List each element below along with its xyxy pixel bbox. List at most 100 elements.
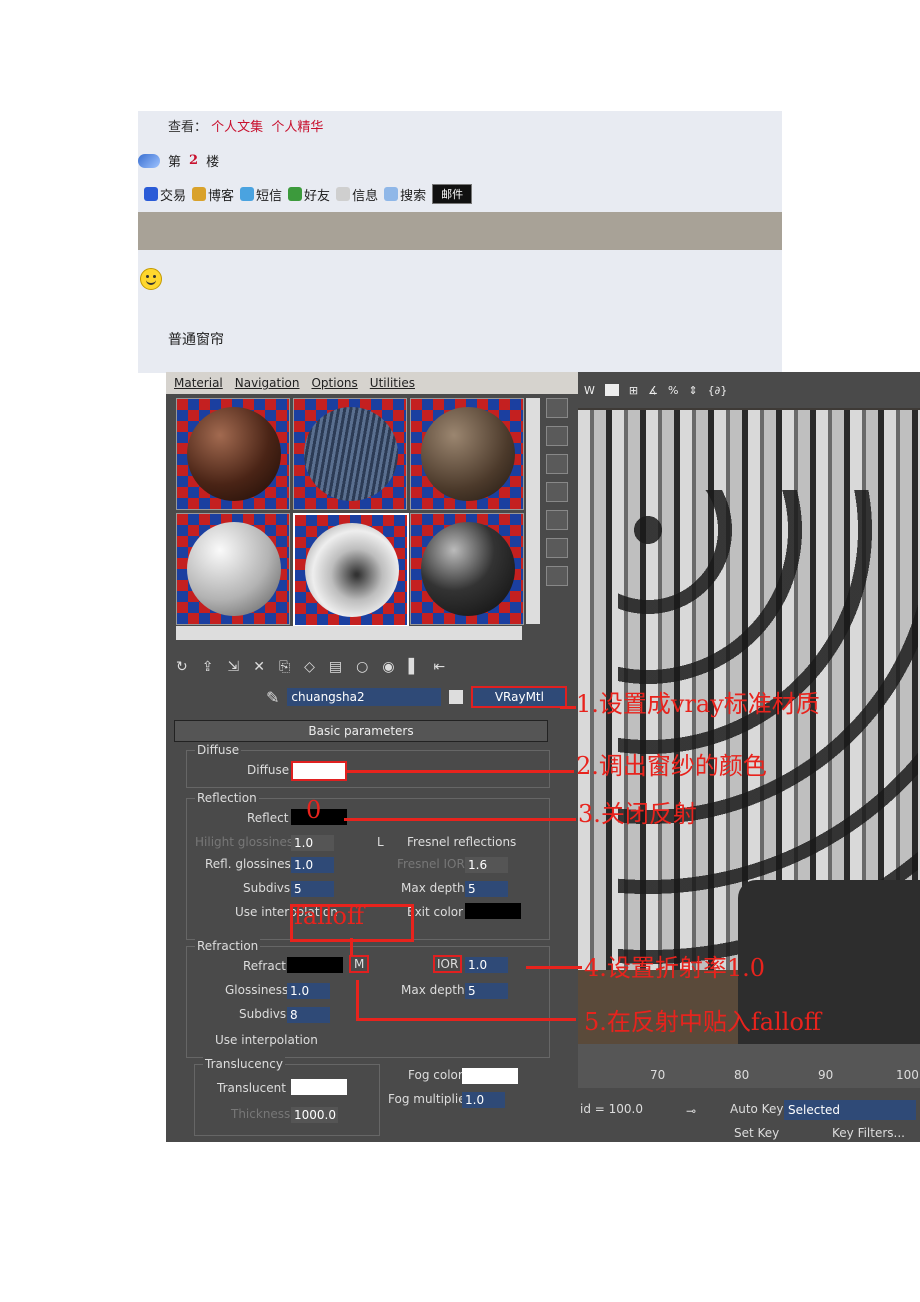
- copy-icon[interactable]: ⎘: [279, 659, 290, 675]
- auto-key-button[interactable]: Auto Key: [730, 1102, 783, 1116]
- name-dropdown-icon[interactable]: [449, 690, 464, 704]
- fresnel-ior-label: Fresnel IOR: [397, 857, 465, 871]
- menu-material[interactable]: Material: [174, 376, 223, 390]
- reset-icon[interactable]: ✕: [253, 659, 265, 675]
- menu-utilities[interactable]: Utilities: [370, 376, 415, 390]
- post-caption: 普通窗帘: [168, 332, 224, 348]
- go-parent-icon[interactable]: ⇤: [433, 659, 445, 675]
- post-divider-bar: [138, 212, 782, 250]
- named-selection-icon[interactable]: {∂}: [708, 384, 728, 397]
- friends-button[interactable]: 好友: [288, 185, 330, 204]
- refr-max-depth-field[interactable]: 5: [465, 983, 508, 999]
- selected-dropdown[interactable]: Selected: [784, 1100, 916, 1120]
- refl-max-depth-label: Max depth: [401, 881, 465, 895]
- link-personal-essence[interactable]: 个人精华: [271, 120, 323, 135]
- tick-80: 80: [734, 1068, 750, 1082]
- basic-parameters-rollout[interactable]: Basic parameters: [174, 720, 548, 742]
- exit-color-swatch[interactable]: [465, 903, 521, 919]
- get-material-icon[interactable]: ↻: [176, 659, 188, 675]
- mail-button[interactable]: 邮件: [432, 184, 473, 204]
- key-icon[interactable]: ⊸: [686, 1104, 696, 1118]
- material-slot-selected[interactable]: [293, 513, 409, 627]
- unique-icon[interactable]: ◇: [304, 659, 315, 675]
- floor-indicator: 第 2 楼: [138, 151, 219, 170]
- options-icon[interactable]: [546, 566, 568, 586]
- diffuse-group-label: Diffuse: [195, 743, 242, 757]
- refl-gloss-field[interactable]: 1.0: [291, 857, 334, 873]
- material-slots: [176, 398, 524, 627]
- dropdown-icon[interactable]: [604, 384, 619, 396]
- smiley-icon: [140, 268, 162, 290]
- search-button[interactable]: 搜索: [384, 185, 426, 204]
- material-slot[interactable]: [410, 398, 524, 510]
- fresnel-ior-field[interactable]: 1.6: [465, 857, 508, 873]
- grid-label: id = 100.0: [580, 1102, 643, 1116]
- annotation-line-2: [346, 770, 574, 773]
- refl-max-depth-field[interactable]: 5: [465, 881, 508, 897]
- hilight-gloss-field[interactable]: 1.0: [291, 835, 334, 851]
- fog-color-swatch[interactable]: [462, 1068, 518, 1084]
- video-check-icon[interactable]: [546, 510, 568, 530]
- uv-tiling-icon[interactable]: [546, 482, 568, 502]
- link-personal-collection[interactable]: 个人文集: [211, 120, 263, 135]
- key-filters-button[interactable]: Key Filters...: [832, 1126, 905, 1140]
- effects-channel-icon[interactable]: ○: [356, 659, 368, 675]
- refr-gloss-field[interactable]: 1.0: [287, 983, 330, 999]
- backlight-icon[interactable]: [546, 426, 568, 446]
- tick-100: 100: [896, 1068, 919, 1082]
- trade-button[interactable]: 交易: [144, 185, 186, 204]
- blog-button[interactable]: 博客: [192, 185, 234, 204]
- ior-label: IOR: [433, 955, 463, 973]
- percent-snap-icon[interactable]: %: [668, 384, 678, 397]
- fog-mult-field[interactable]: 1.0: [462, 1092, 505, 1108]
- fresnel-label: Fresnel reflections: [407, 835, 517, 849]
- sample-sphere: [305, 523, 399, 617]
- material-name-row: ✎ chuangsha2 VRayMtl: [266, 686, 568, 708]
- refr-subdivs-field[interactable]: 8: [287, 1007, 330, 1023]
- sample-sphere: [187, 522, 281, 616]
- show-end-icon[interactable]: ▌: [409, 659, 420, 675]
- ior-field[interactable]: 1.0: [465, 957, 508, 973]
- menu-navigation[interactable]: Navigation: [235, 376, 300, 390]
- annotation-2: 2.调出窗纱的颜色: [576, 752, 767, 780]
- l-button[interactable]: L: [377, 835, 384, 849]
- timeline[interactable]: 70 80 90 100: [578, 1044, 920, 1088]
- sample-type-icon[interactable]: [546, 398, 568, 418]
- message-button[interactable]: 短信: [240, 185, 282, 204]
- material-type-button[interactable]: VRayMtl: [471, 686, 568, 708]
- info-button[interactable]: 信息: [336, 185, 378, 204]
- annotation-line-1: [560, 706, 576, 709]
- assign-icon[interactable]: ⇲: [227, 659, 239, 675]
- eyedropper-icon[interactable]: ✎: [266, 688, 279, 707]
- material-slot[interactable]: [176, 398, 290, 510]
- background-icon[interactable]: [546, 454, 568, 474]
- thickness-label: Thickness: [231, 1107, 291, 1121]
- message-label: 短信: [256, 188, 283, 204]
- refract-swatch[interactable]: [287, 957, 343, 973]
- material-slot[interactable]: [410, 513, 524, 625]
- diffuse-swatch[interactable]: [291, 761, 347, 781]
- material-slot[interactable]: [293, 398, 407, 510]
- show-map-icon[interactable]: ◉: [382, 659, 394, 675]
- make-preview-icon[interactable]: [546, 538, 568, 558]
- refract-map-button[interactable]: M: [349, 955, 370, 973]
- slots-horizontal-scrollbar[interactable]: [176, 626, 522, 640]
- thickness-field[interactable]: 1000.0: [291, 1107, 338, 1123]
- refl-subdivs-field[interactable]: 5: [291, 881, 334, 897]
- refl-gloss-label: Refl. glossiness: [205, 857, 297, 871]
- shield-icon: [144, 187, 158, 201]
- annotation-falloff: falloff: [294, 902, 365, 930]
- spinner-snap-icon[interactable]: ⇕: [688, 384, 697, 397]
- translucent-swatch[interactable]: [291, 1079, 347, 1095]
- material-slot[interactable]: [176, 513, 290, 625]
- view-line: 查看： 个人文集 个人精华: [168, 116, 327, 135]
- snap-icon[interactable]: ⊞: [629, 384, 638, 397]
- menu-options[interactable]: Options: [311, 376, 357, 390]
- set-key-button[interactable]: Set Key: [734, 1126, 779, 1140]
- sample-sphere: [421, 522, 515, 616]
- material-name-field[interactable]: chuangsha2: [287, 688, 442, 706]
- angle-snap-icon[interactable]: ∡: [648, 384, 658, 397]
- slots-vertical-scrollbar[interactable]: [526, 398, 540, 624]
- put-to-scene-icon[interactable]: ⇪: [202, 659, 214, 675]
- library-icon[interactable]: ▤: [329, 659, 342, 675]
